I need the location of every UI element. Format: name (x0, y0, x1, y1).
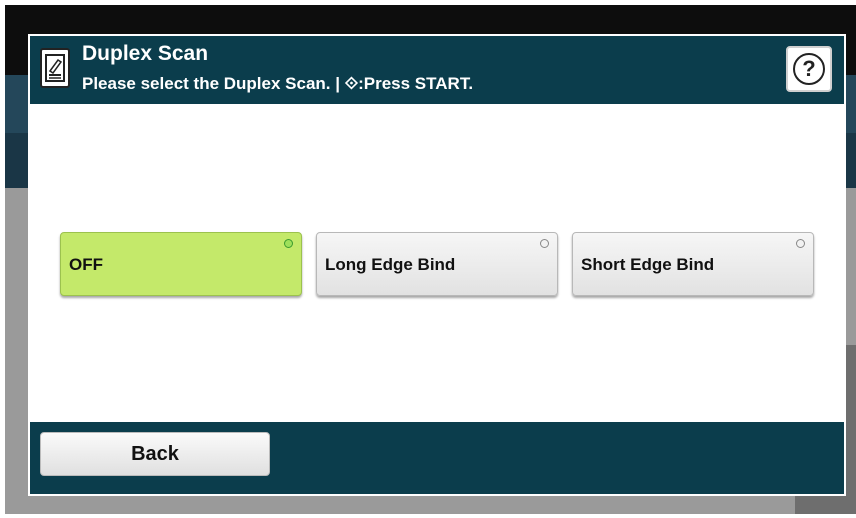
dialog-footer: Back (30, 422, 844, 494)
option-label: OFF (69, 255, 103, 274)
option-off[interactable]: OFF (60, 232, 302, 296)
dialog-title: Duplex Scan (82, 42, 209, 65)
option-long-edge-bind[interactable]: Long Edge Bind (316, 232, 558, 296)
dialog-header: Duplex Scan Please select the Duplex Sca… (30, 36, 844, 104)
help-icon: ? (793, 53, 825, 85)
dialog-subtitle: Please select the Duplex Scan. | ⟐:Press… (82, 74, 474, 93)
option-label: Short Edge Bind (581, 255, 715, 274)
options-area: OFF Long Edge Bind Short Edge Bind (34, 104, 840, 422)
document-edit-icon (40, 48, 70, 88)
help-button[interactable]: ? (786, 46, 832, 92)
option-short-edge-bind[interactable]: Short Edge Bind (572, 232, 814, 296)
radio-indicator-icon (540, 239, 549, 248)
radio-indicator-icon (796, 239, 805, 248)
duplex-scan-dialog: Duplex Scan Please select the Duplex Sca… (28, 34, 846, 496)
back-button[interactable]: Back (40, 432, 270, 476)
radio-indicator-icon (284, 239, 293, 248)
option-label: Long Edge Bind (325, 255, 456, 274)
